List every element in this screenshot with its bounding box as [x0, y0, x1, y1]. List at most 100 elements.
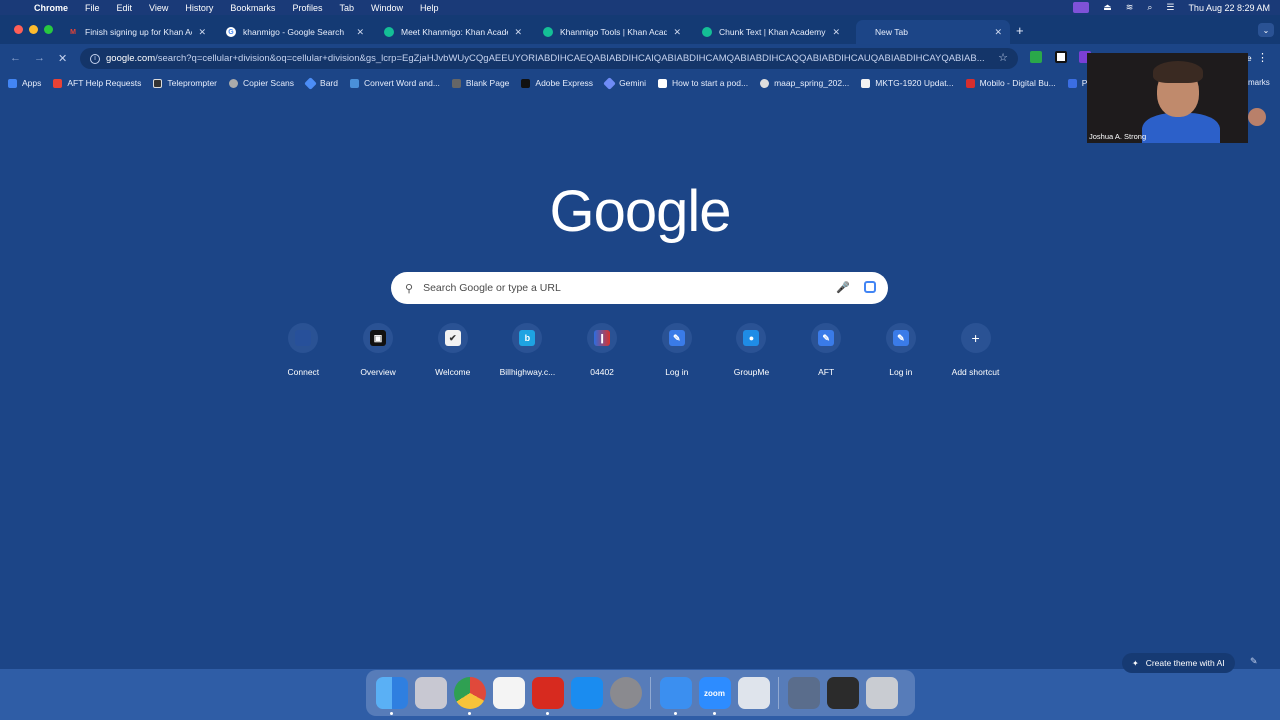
- trash-icon[interactable]: [865, 677, 898, 709]
- chrome-icon[interactable]: [453, 677, 486, 715]
- mouse-cursor-icon: [864, 27, 868, 37]
- bookmark-how-to-start-podcast[interactable]: How to start a pod...: [658, 78, 748, 88]
- stop-loading-icon[interactable]: ✕: [58, 52, 67, 65]
- new-tab-button[interactable]: +: [1016, 23, 1024, 38]
- all-bookmarks-button[interactable]: marks: [1248, 78, 1270, 87]
- menu-help[interactable]: Help: [420, 3, 439, 13]
- tab-meet-khanmigo[interactable]: Meet Khanmigo: Khan Acade ✕: [376, 20, 530, 44]
- bookmark-mktg-1920[interactable]: MKTG-1920 Updat...: [861, 78, 954, 88]
- control-center-icon[interactable]: ☰: [1166, 2, 1174, 13]
- menubar-clock[interactable]: Thu Aug 22 8:29 AM: [1188, 3, 1270, 13]
- running-indicator: [467, 712, 471, 715]
- search-box[interactable]: ⚲ 🎤: [391, 272, 888, 304]
- shortcut-groupme[interactable]: ● GroupMe: [714, 323, 789, 377]
- menu-file[interactable]: File: [85, 3, 100, 13]
- extension-square-icon[interactable]: [1055, 51, 1067, 63]
- site-info-icon[interactable]: i: [90, 53, 100, 64]
- window-thumbnail-icon[interactable]: [787, 677, 820, 709]
- tab-new-tab[interactable]: New Tab ✕: [856, 20, 1010, 44]
- bookmark-bard[interactable]: Bard: [304, 76, 338, 90]
- bookmark-aft-help-requests[interactable]: AFT Help Requests: [53, 78, 141, 88]
- shortcut-label: Overview: [360, 367, 396, 377]
- create-theme-button[interactable]: ✦ Create theme with AI: [1122, 653, 1235, 673]
- textedit-icon[interactable]: [492, 677, 525, 709]
- window-thumbnail-icon[interactable]: [826, 677, 859, 709]
- login-icon: ✎: [668, 330, 685, 346]
- bookmark-teleprompter[interactable]: Teleprompter: [153, 78, 217, 88]
- shortcut-tile: b: [512, 323, 543, 353]
- menu-edit[interactable]: Edit: [117, 3, 133, 13]
- bookmark-mobilo[interactable]: Mobilo - Digital Bu...: [965, 78, 1056, 88]
- shortcut-billhighway[interactable]: b Billhighway.c...: [490, 323, 565, 377]
- participant-avatar[interactable]: [1248, 108, 1266, 126]
- settings-icon[interactable]: [609, 677, 642, 709]
- window-controls: [14, 25, 53, 34]
- tab-search-chevron-icon[interactable]: ⌄: [1258, 23, 1274, 37]
- extension-green-icon[interactable]: [1030, 51, 1042, 63]
- address-bar[interactable]: i google.com/search?q=cellular+division&…: [80, 48, 1018, 69]
- screen-share-icon[interactable]: [1073, 2, 1090, 13]
- google-lens-icon[interactable]: [864, 281, 876, 293]
- tab-khanmigo-tools[interactable]: Khanmigo Tools | Khan Acade ✕: [535, 20, 689, 44]
- preview-icon[interactable]: [737, 677, 770, 709]
- shortcut-log-in[interactable]: ✎ Log in: [639, 323, 714, 377]
- search-input[interactable]: [423, 282, 888, 294]
- shortcut-connect[interactable]: Connect: [266, 323, 341, 377]
- login-icon: ✎: [892, 330, 909, 346]
- shortcut-aft[interactable]: ✎ AFT: [789, 323, 864, 377]
- back-arrow-icon[interactable]: ←: [10, 52, 21, 64]
- menu-view[interactable]: View: [149, 3, 168, 13]
- customize-pencil-icon[interactable]: ✎: [1250, 656, 1258, 667]
- menu-app-name[interactable]: Chrome: [34, 3, 68, 13]
- spotlight-search-icon[interactable]: ⌕: [1147, 2, 1152, 13]
- forward-arrow-icon[interactable]: →: [34, 52, 45, 64]
- close-window-icon[interactable]: [14, 25, 23, 34]
- minimize-window-icon[interactable]: [29, 25, 38, 34]
- bookmark-maap-spring[interactable]: maap_spring_202...: [760, 78, 849, 88]
- close-tab-icon[interactable]: ✕: [356, 27, 364, 38]
- shortcut-log-in-2[interactable]: ✎ Log in: [864, 323, 939, 377]
- launchpad-icon[interactable]: [414, 677, 447, 709]
- zoom-icon[interactable]: zoom: [698, 677, 731, 715]
- shortcut-welcome[interactable]: ✔ Welcome: [415, 323, 490, 377]
- shortcut-grid: Connect ▣ Overview ✔ Welcome b Billhighw…: [266, 323, 1013, 377]
- shortcut-overview[interactable]: ▣ Overview: [341, 323, 416, 377]
- wifi-icon[interactable]: ≋: [1126, 2, 1134, 13]
- macos-dock: zoom: [366, 670, 915, 716]
- close-tab-icon[interactable]: ✕: [514, 27, 522, 38]
- tab-chunk-text[interactable]: Chunk Text | Khan Academy ✕: [694, 20, 848, 44]
- bookmark-convert-word[interactable]: Convert Word and...: [350, 78, 440, 88]
- close-tab-icon[interactable]: ✕: [673, 27, 681, 38]
- appstore-icon[interactable]: [570, 677, 603, 709]
- bookmark-copier-scans[interactable]: Copier Scans: [229, 78, 294, 88]
- chrome-menu-icon[interactable]: ⋮: [1257, 51, 1268, 64]
- zoom-window-icon[interactable]: [44, 25, 53, 34]
- shortcut-04402[interactable]: ❙ 04402: [565, 323, 640, 377]
- acrobat-icon[interactable]: [531, 677, 564, 715]
- bookmark-blank-page[interactable]: Blank Page: [451, 78, 509, 88]
- address-bar-url[interactable]: google.com/search?q=cellular+division&oq…: [106, 53, 986, 64]
- menu-tab[interactable]: Tab: [339, 3, 354, 13]
- video-call-thumbnail[interactable]: Joshua A. Strong: [1087, 53, 1248, 143]
- bookmark-gemini[interactable]: Gemini: [603, 76, 646, 90]
- tab-khanmigo-search[interactable]: G khanmigo - Google Search ✕: [218, 20, 372, 44]
- mail-icon[interactable]: [659, 677, 692, 715]
- eject-icon[interactable]: ⏏: [1103, 2, 1112, 13]
- finder-icon[interactable]: [375, 677, 408, 715]
- menu-profiles[interactable]: Profiles: [292, 3, 322, 13]
- add-shortcut-button[interactable]: + Add shortcut: [938, 323, 1013, 377]
- bookmark-adobe-express[interactable]: Adobe Express: [521, 78, 593, 88]
- close-tab-icon[interactable]: ✕: [832, 27, 840, 38]
- menu-history[interactable]: History: [185, 3, 213, 13]
- microphone-icon[interactable]: 🎤: [836, 281, 850, 294]
- bookmark-star-icon[interactable]: ☆: [998, 51, 1008, 64]
- close-tab-icon[interactable]: ✕: [198, 27, 206, 38]
- close-tab-icon[interactable]: ✕: [994, 27, 1002, 38]
- overview-icon: ▣: [370, 330, 387, 346]
- menu-bookmarks[interactable]: Bookmarks: [230, 3, 275, 13]
- shortcut-tile: ✎: [885, 323, 916, 353]
- bookmark-apps[interactable]: Apps: [8, 78, 41, 88]
- shortcut-tile: ✎: [811, 323, 842, 353]
- tab-finish-signing-up[interactable]: M Finish signing up for Khan Ac ✕: [60, 20, 214, 44]
- menu-window[interactable]: Window: [371, 3, 403, 13]
